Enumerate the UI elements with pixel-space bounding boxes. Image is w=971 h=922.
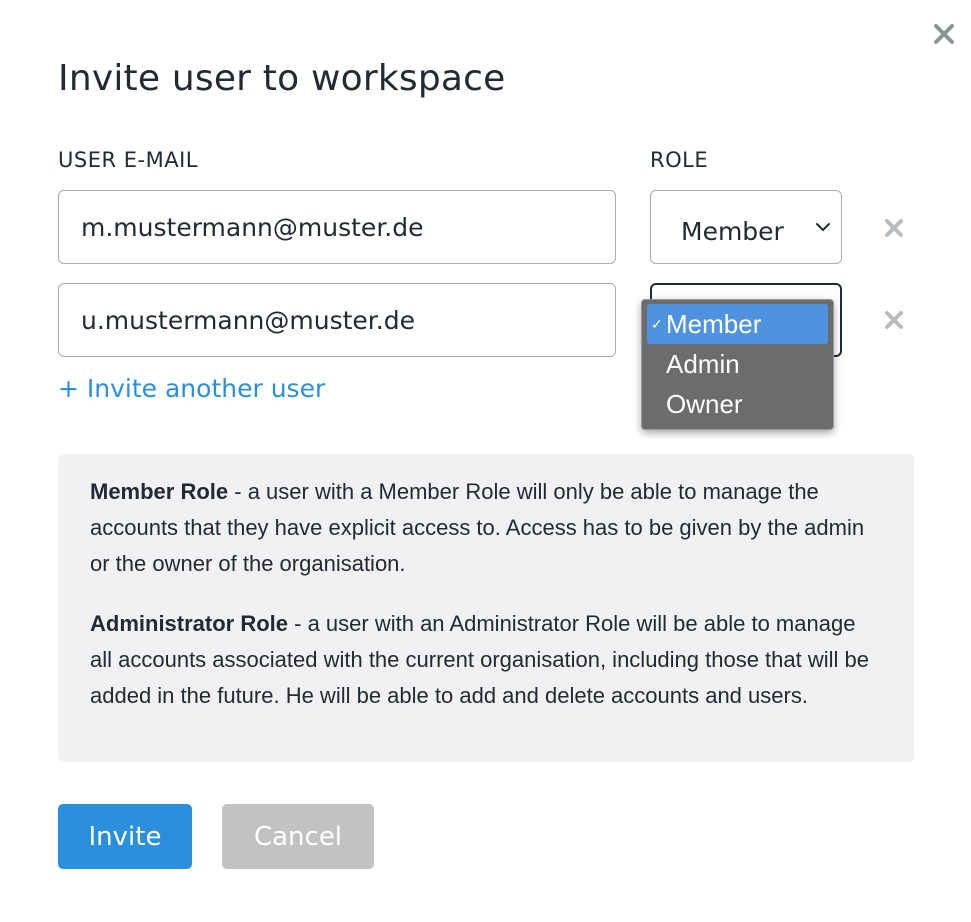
dropdown-option-label: Owner — [666, 389, 743, 419]
role-info-box: Member Role - a user with a Member Role … — [58, 454, 914, 762]
close-icon — [934, 24, 954, 44]
invite-button[interactable]: Invite — [58, 804, 192, 869]
email-field-2[interactable] — [58, 283, 616, 357]
email-column-label: USER E-MAIL — [58, 148, 198, 172]
admin-role-description: Administrator Role - a user with an Admi… — [90, 606, 882, 714]
dropdown-option-owner[interactable]: Owner — [647, 384, 828, 424]
dropdown-option-label: Admin — [666, 349, 740, 379]
remove-row-button-1[interactable] — [880, 214, 908, 242]
remove-row-button-2[interactable] — [880, 306, 908, 334]
close-icon — [885, 219, 903, 237]
checkmark-icon: ✓ — [651, 316, 663, 332]
invite-another-user-link[interactable]: + Invite another user — [58, 374, 325, 403]
cancel-button[interactable]: Cancel — [222, 804, 374, 869]
dropdown-option-admin[interactable]: Admin — [647, 344, 828, 384]
member-role-description: Member Role - a user with a Member Role … — [90, 474, 882, 582]
role-column-label: ROLE — [650, 148, 709, 172]
role-dropdown-menu: ✓ Member Admin Owner — [641, 299, 834, 430]
role-select-value: Member — [681, 217, 784, 246]
admin-role-title: Administrator Role — [90, 611, 289, 636]
email-field-1[interactable] — [58, 190, 616, 264]
dialog-title: Invite user to workspace — [58, 58, 506, 99]
dropdown-option-member[interactable]: ✓ Member — [647, 304, 828, 344]
chevron-down-icon — [816, 223, 830, 231]
close-dialog-button[interactable] — [930, 20, 958, 48]
close-icon — [885, 311, 903, 329]
dropdown-option-label: Member — [666, 309, 762, 339]
member-role-title: Member Role — [90, 479, 229, 504]
role-select-1[interactable]: Member — [650, 190, 842, 264]
